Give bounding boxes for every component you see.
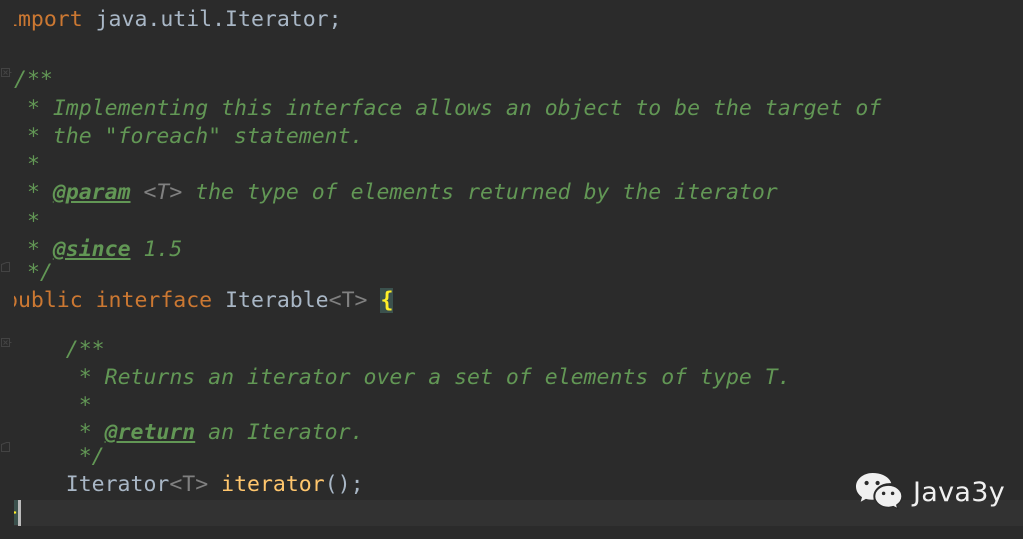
text-caret [18,500,21,526]
token-brace-open-highlight: { [380,288,394,313]
token-type-iterable: Iterable [225,288,329,313]
token-javadoc-open: /** [14,67,53,92]
token-javadoc-star: * [14,152,40,177]
code-content[interactable]: import java.util.Iterator; /** * Impleme… [0,0,1023,539]
token-keyword-public: public [5,288,83,313]
token-keyword-import: import [5,7,83,32]
token-generic-param: <T> [169,472,209,497]
fold-marker-javadoc-method-close[interactable] [1,442,12,453]
code-line-1[interactable]: import java.util.Iterator; [0,3,1023,36]
token-import-path: java.util.Iterator; [82,7,342,32]
token-type-iterator: Iterator [65,472,170,497]
token-javadoc-text: Implementing this interface allows an ob… [52,96,882,121]
watermark: Java3y [855,471,1005,513]
token-javadoc-text: the type of elements returned by the ite… [182,180,778,205]
token-method-tail: (); [324,472,364,497]
token-javadoc-star: * [14,96,53,121]
watermark-label: Java3y [913,476,1005,508]
token-javadoc-star: * [78,365,105,390]
token-javadoc-star: * [14,180,53,205]
token-javadoc-close: */ [78,444,105,469]
token-javadoc-star: * [14,124,53,149]
fold-marker-javadoc-class-open[interactable] [1,68,12,79]
token-keyword-interface: interface [82,288,213,313]
token-javadoc-close: */ [14,260,53,285]
fold-marker-javadoc-class-close[interactable] [1,262,12,273]
wechat-logo-icon [855,471,903,513]
token-javadoc-text: the "foreach" statement. [52,124,364,149]
token-javadoc-generic: <T> [130,180,183,205]
token-javadoc-text: Returns an iterator over a set of elemen… [104,365,791,390]
code-editor[interactable]: import java.util.Iterator; /** * Impleme… [0,0,1023,539]
fold-marker-javadoc-method-open[interactable] [1,338,12,349]
editor-gutter[interactable] [0,0,14,539]
token-javadoc-star: * [78,393,92,418]
token-method-iterator: iterator [221,472,325,497]
token-generic-param: <T> [328,288,368,313]
token-javadoc-star: * [14,209,40,234]
token-javadoc-open: /** [65,337,105,362]
token-javadoc-tag-param: @param [52,180,131,205]
